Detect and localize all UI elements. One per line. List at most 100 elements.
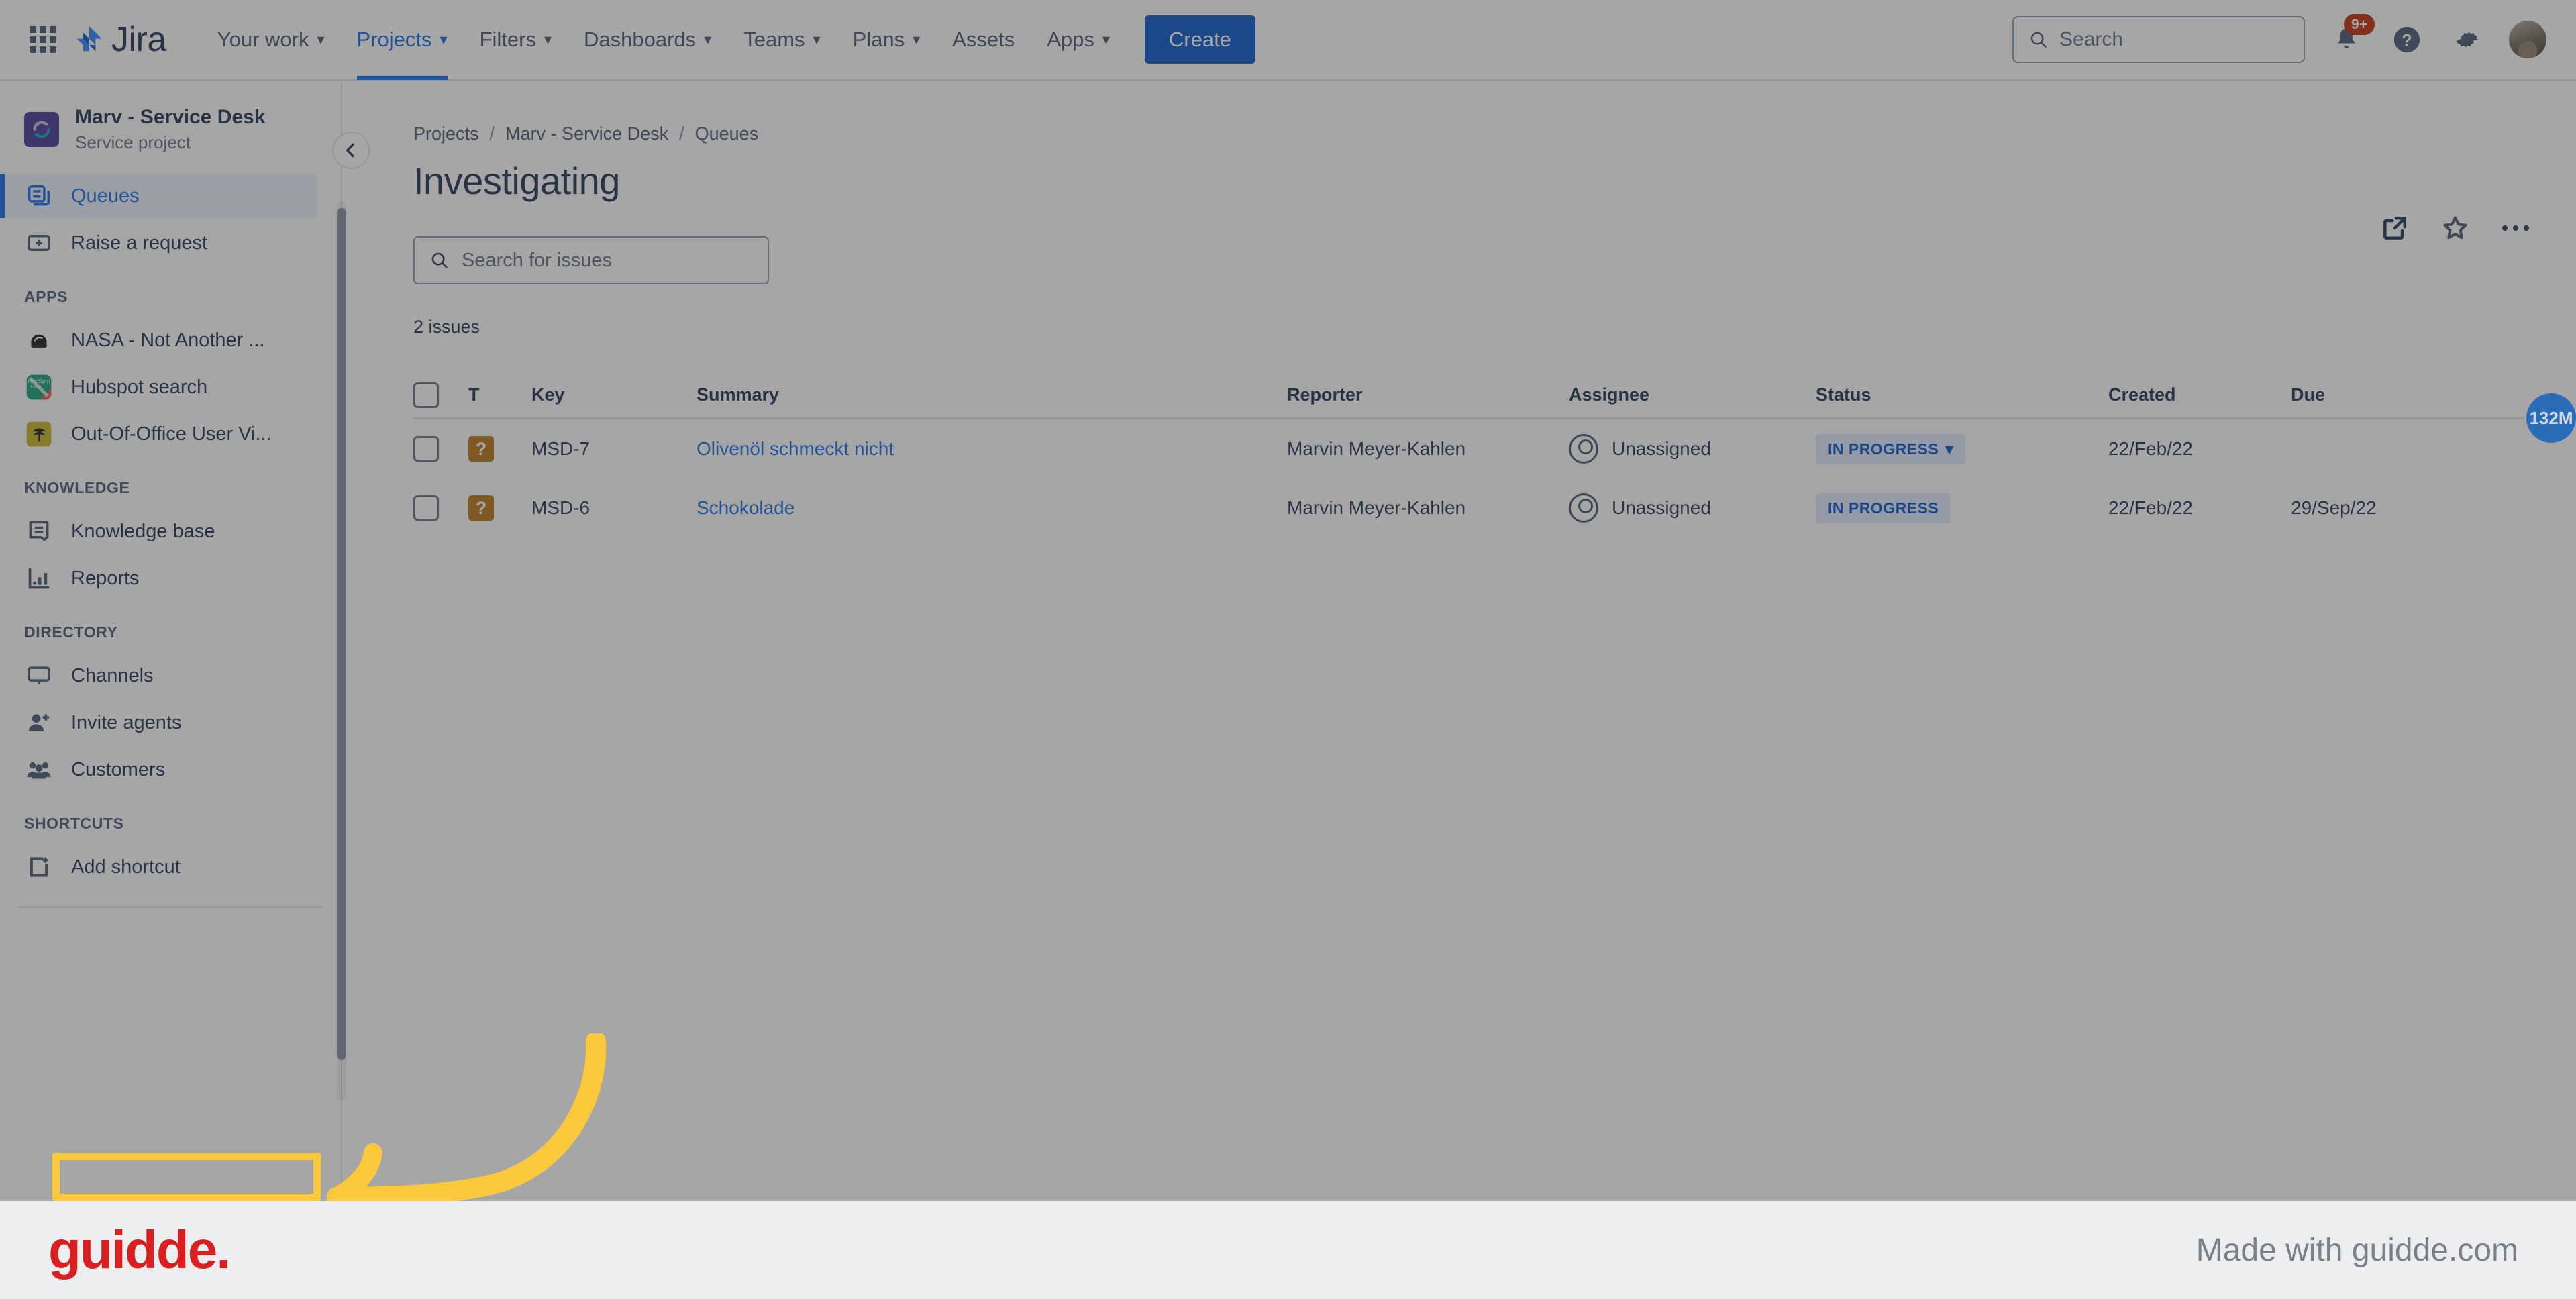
column-header-assignee[interactable]: Assignee [1569, 384, 1816, 405]
column-header-due[interactable]: Due [2291, 384, 2465, 405]
project-header[interactable]: Marv - Service Desk Service project [0, 82, 341, 171]
project-avatar-icon [24, 111, 59, 147]
breadcrumb-projects[interactable]: Projects [413, 123, 479, 144]
issue-due: 29/Sep/22 [2291, 497, 2377, 518]
annotation-arrow-icon [327, 1033, 607, 1207]
out-of-office-app-icon [24, 421, 54, 448]
issue-key[interactable]: MSD-6 [531, 497, 697, 519]
help-button[interactable]: ? [2388, 21, 2426, 58]
knowledge-base-icon [24, 519, 54, 544]
nav-apps[interactable]: Apps ▾ [1031, 0, 1126, 80]
chevron-left-icon [346, 143, 354, 158]
page-title: Investigating [413, 160, 620, 202]
sidebar-item-reports-label: Reports [71, 567, 140, 589]
chevron-down-icon: ▾ [704, 31, 712, 48]
jira-service-desk-screen: Jira Your work ▾ Projects ▾ Filters ▾ Da… [0, 0, 2576, 1299]
share-icon[interactable] [2380, 213, 2410, 243]
issue-key[interactable]: MSD-7 [531, 438, 697, 460]
create-button[interactable]: Create [1144, 15, 1255, 64]
main-content: Projects / Marv - Service Desk / Queues … [344, 82, 2576, 1201]
issues-table: T Key Summary Reporter Assignee Status C… [413, 372, 2524, 537]
status-badge[interactable]: IN PROGRESS ▾ [1816, 433, 1966, 464]
sidebar-scrollbar[interactable] [337, 201, 346, 1100]
breadcrumb-project[interactable]: Marv - Service Desk [505, 123, 668, 144]
breadcrumb-queues[interactable]: Queues [695, 123, 759, 144]
sidebar-item-queues-label: Queues [71, 185, 140, 207]
column-header-created[interactable]: Created [2108, 384, 2291, 405]
issue-created: 22/Feb/22 [2108, 497, 2194, 518]
nav-your-work[interactable]: Your work ▾ [201, 0, 341, 80]
sidebar-item-raise-a-request[interactable]: Raise a request [0, 221, 317, 265]
column-header-key[interactable]: Key [531, 384, 697, 405]
edge-badge[interactable]: 132M [2526, 393, 2576, 443]
more-options-icon[interactable] [2501, 221, 2530, 235]
issue-type-icon: ? [468, 436, 494, 462]
sidebar-section-knowledge-title: KNOWLEDGE [24, 479, 130, 497]
top-navigation-bar: Jira Your work ▾ Projects ▾ Filters ▾ Da… [0, 0, 2576, 81]
sidebar-item-channels[interactable]: Channels [0, 654, 317, 698]
jira-wordmark: Jira [111, 20, 166, 59]
status-badge[interactable]: IN PROGRESS [1816, 492, 1951, 523]
collapse-sidebar-button[interactable] [332, 132, 370, 169]
status-badge-label: IN PROGRESS [1828, 499, 1939, 517]
issue-summary-link[interactable]: Olivenöl schmeckt nicht [697, 438, 894, 459]
column-header-summary[interactable]: Summary [697, 384, 1287, 405]
nav-plans[interactable]: Plans ▾ [837, 0, 937, 80]
table-row[interactable]: ? MSD-6 Schokolade Marvin Meyer-Kahlen U… [413, 478, 2524, 537]
sidebar-item-invite-agents[interactable]: Invite agents [0, 700, 317, 745]
breadcrumb: Projects / Marv - Service Desk / Queues [344, 82, 2576, 144]
nav-assets[interactable]: Assets [936, 0, 1031, 80]
sidebar-item-hubspot-search[interactable]: HubSpot +Jira Hubspot search [0, 365, 317, 409]
column-header-status[interactable]: Status [1816, 384, 2108, 405]
made-with-guidde-text: Made with guidde.com [2196, 1232, 2518, 1268]
column-header-reporter[interactable]: Reporter [1287, 384, 1569, 405]
app-switcher-icon[interactable] [30, 26, 56, 53]
chevron-down-icon: ▾ [813, 31, 821, 48]
sidebar-item-queues[interactable]: Queues [0, 174, 317, 219]
jira-logo[interactable]: Jira [74, 19, 166, 60]
svg-text:+Jira: +Jira [30, 384, 42, 390]
sidebar-item-out-of-office[interactable]: Out-Of-Office User Vi... [0, 412, 317, 456]
search-icon [431, 252, 448, 269]
settings-button[interactable] [2449, 21, 2486, 58]
issue-count: 2 issues [413, 317, 480, 337]
nav-projects-label: Projects [356, 28, 432, 51]
nav-projects[interactable]: Projects ▾ [341, 0, 464, 80]
nav-apps-label: Apps [1047, 28, 1094, 51]
row-checkbox[interactable] [413, 436, 439, 462]
sidebar-scrollbar-thumb[interactable] [337, 208, 346, 1060]
chevron-down-icon: ▾ [440, 31, 448, 48]
sidebar-item-nasa[interactable]: NASA - Not Another ... [0, 318, 317, 362]
sidebar-item-customers[interactable]: Customers [0, 747, 317, 792]
issue-search-input[interactable]: Search for issues [413, 236, 769, 284]
status-badge-label: IN PROGRESS [1828, 439, 1939, 458]
row-checkbox-cell [413, 495, 468, 521]
nav-dashboards[interactable]: Dashboards ▾ [568, 0, 727, 80]
notifications-button[interactable]: 9+ [2328, 14, 2375, 58]
sidebar-item-knowledge-base[interactable]: Knowledge base [0, 509, 317, 554]
chevron-down-icon: ▾ [544, 31, 552, 48]
column-header-type[interactable]: T [468, 384, 531, 405]
sidebar-item-add-shortcut[interactable]: Add shortcut [0, 845, 317, 889]
nav-teams[interactable]: Teams ▾ [727, 0, 836, 80]
project-name: Marv - Service Desk [75, 106, 266, 128]
project-type: Service project [75, 132, 191, 152]
issue-summary-link[interactable]: Schokolade [697, 497, 794, 518]
row-checkbox-cell [413, 436, 468, 462]
sidebar-item-reports[interactable]: Reports [0, 556, 317, 601]
sidebar-section-directory-title: DIRECTORY [24, 623, 118, 641]
global-search-input[interactable]: Search [2012, 16, 2305, 63]
nav-your-work-label: Your work [217, 28, 309, 51]
select-all-checkbox[interactable] [413, 382, 439, 408]
user-avatar[interactable] [2509, 21, 2546, 58]
table-row[interactable]: ? MSD-7 Olivenöl schmeckt nicht Marvin M… [413, 419, 2524, 478]
nav-filters[interactable]: Filters ▾ [464, 0, 568, 80]
star-icon[interactable] [2440, 213, 2470, 243]
issue-assignee-cell: Unassigned [1569, 493, 1816, 523]
nav-assets-label: Assets [952, 28, 1015, 51]
row-checkbox[interactable] [413, 495, 439, 521]
issue-type-cell: ? [468, 495, 531, 521]
reports-icon [24, 566, 54, 591]
annotation-highlight-box [52, 1153, 321, 1201]
jira-mark-icon [76, 25, 102, 52]
